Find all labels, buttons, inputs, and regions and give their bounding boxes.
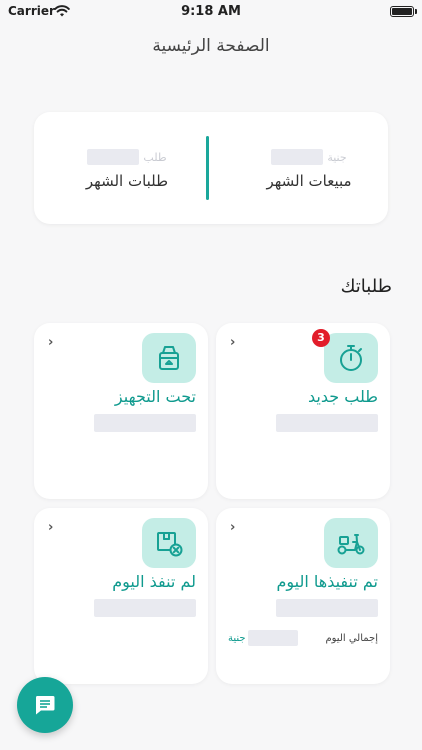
orders-value-placeholder: [87, 149, 140, 165]
chevron-left-icon[interactable]: ‹: [230, 335, 235, 350]
tile-label: لم تنفذ اليوم: [112, 572, 196, 591]
tile-icon-bg: [324, 333, 378, 383]
monthly-sales: جنية مبيعات الشهر: [234, 148, 384, 190]
monthly-stats-card: جنية مبيعات الشهر طلب طلبات الشهر: [34, 112, 388, 224]
box-cancel-icon: [157, 532, 183, 557]
tile-icon-bg: [142, 333, 196, 383]
tile-label: تحت التجهيز: [114, 387, 196, 406]
stopwatch-icon: [340, 345, 362, 371]
orders-label: طلبات الشهر: [85, 172, 169, 190]
today-total-placeholder: [247, 630, 298, 646]
new-orders-badge: 3: [312, 329, 330, 347]
tile-completed-today[interactable]: ‹ تم تنفيذها اليوم إجمالي اليوم جنية: [216, 508, 390, 684]
package-icon: [159, 346, 179, 370]
monthly-orders: طلب طلبات الشهر: [52, 148, 202, 190]
tile-count-placeholder: [276, 414, 378, 432]
tile-label: طلب جديد: [308, 387, 378, 406]
tile-icon-bg: [324, 518, 378, 568]
clock: 9:18 AM: [181, 4, 241, 19]
section-title: طلباتك: [340, 276, 392, 297]
today-total-currency: جنية: [228, 632, 246, 644]
status-bar: Carrier 9:18 AM: [0, 0, 422, 24]
today-total-value: جنية: [228, 630, 298, 646]
today-total-label: إجمالي اليوم: [325, 632, 378, 644]
sales-value-placeholder: [271, 149, 324, 165]
tile-not-completed-today[interactable]: ‹ لم تنفذ اليوم: [34, 508, 208, 684]
chat-icon: [35, 696, 55, 715]
stats-divider: [206, 136, 209, 200]
chat-button[interactable]: [17, 677, 73, 733]
tile-count-placeholder: [276, 599, 378, 617]
today-total: إجمالي اليوم جنية: [228, 630, 378, 646]
tile-count-placeholder: [94, 599, 196, 617]
chevron-left-icon[interactable]: ‹: [48, 335, 53, 350]
tile-under-preparation[interactable]: ‹ تحت التجهيز: [34, 323, 208, 499]
tile-new-orders[interactable]: 3 ‹ طلب جديد: [216, 323, 390, 499]
orders-unit: طلب: [143, 150, 167, 164]
battery-icon: [390, 6, 417, 17]
tile-label: تم تنفيذها اليوم: [276, 572, 378, 591]
sales-unit: جنية: [327, 150, 347, 164]
chevron-left-icon[interactable]: ‹: [48, 520, 53, 535]
tile-icon-bg: [142, 518, 196, 568]
scooter-icon: [337, 534, 365, 555]
chevron-left-icon[interactable]: ‹: [230, 520, 235, 535]
page-title: الصفحة الرئيسية: [152, 36, 270, 56]
tile-count-placeholder: [94, 414, 196, 432]
sales-label: مبيعات الشهر: [266, 172, 352, 190]
